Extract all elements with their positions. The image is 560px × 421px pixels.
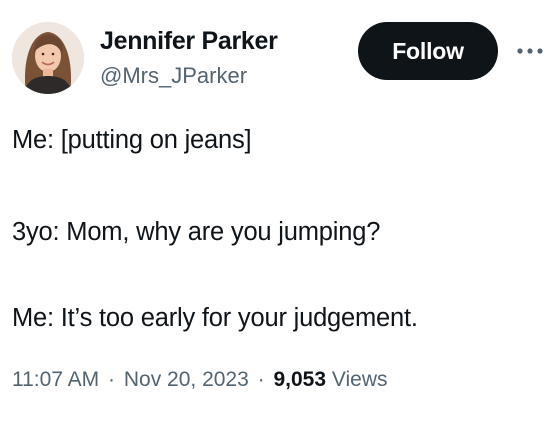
more-options-button[interactable]: [512, 36, 548, 66]
views-count[interactable]: 9,053: [273, 368, 326, 391]
author-display-name[interactable]: Jennifer Parker: [100, 26, 278, 56]
follow-button[interactable]: Follow: [358, 22, 498, 80]
avatar-photo-icon: [12, 22, 84, 94]
more-horizontal-icon: [517, 48, 543, 54]
tweet-time[interactable]: 11:07 AM: [12, 368, 99, 391]
author-handle[interactable]: @Mrs_JParker: [100, 62, 278, 90]
tweet-line: Me: It’s too early for your judgement.: [12, 304, 418, 332]
meta-separator: ·: [108, 368, 116, 391]
tweet-card: Jennifer Parker @Mrs_JParker Follow Me: …: [0, 0, 560, 421]
tweet-date[interactable]: Nov 20, 2023: [124, 368, 249, 391]
tweet-meta: 11:07 AM · Nov 20, 2023 · 9,053 Views: [12, 366, 388, 394]
tweet-line: Me: [putting on jeans]: [12, 126, 252, 154]
views-label: Views: [331, 368, 388, 391]
tweet-line: 3yo: Mom, why are you jumping?: [12, 218, 381, 246]
meta-separator: ·: [257, 368, 265, 391]
author-identity: Jennifer Parker @Mrs_JParker: [100, 26, 278, 90]
author-avatar[interactable]: [12, 22, 84, 94]
